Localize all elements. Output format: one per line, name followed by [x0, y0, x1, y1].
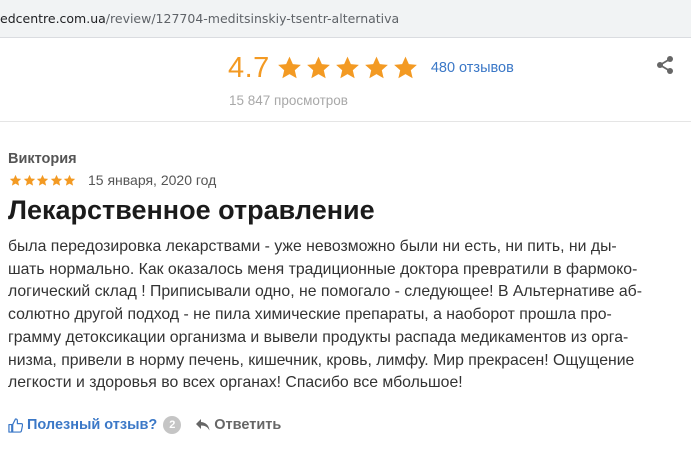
url-path: /review/127704-meditsinskiy-tsentr-alter…: [105, 11, 400, 26]
star-icon: [9, 174, 22, 186]
section-divider: [0, 121, 691, 122]
helpful-review-button[interactable]: Полезный отзыв?: [27, 417, 157, 433]
helpful-count-badge: 2: [163, 416, 182, 434]
reply-label: Ответить: [214, 417, 282, 433]
review-body: была передозировка лекарствами - уже нев…: [8, 236, 688, 395]
rating-summary: 4.7 480 отзывов: [228, 52, 514, 84]
star-icon: [335, 56, 359, 79]
review-actions: Полезный отзыв? 2 Ответить: [8, 415, 281, 435]
review-text-line: логический склад ! Приписывали одно, не …: [8, 283, 642, 301]
reply-arrow-icon: [196, 419, 210, 431]
rating-stars: [276, 55, 421, 81]
review-text-line: солютно другой подход - не пила химическ…: [8, 306, 612, 324]
reviews-count-link[interactable]: 480 отзывов: [431, 60, 514, 76]
review-title: Лекарственное отравление: [8, 195, 375, 225]
star-icon: [364, 56, 388, 79]
url-host: edcentre.com.ua: [0, 11, 106, 26]
thumbs-up-icon[interactable]: [8, 417, 23, 433]
review-text-line: шать нормально. Как оказалось меня тради…: [8, 260, 638, 278]
star-icon: [306, 56, 330, 79]
rating-value: 4.7: [228, 51, 270, 84]
views-count: 15 847 просмотров: [229, 93, 348, 108]
star-icon: [63, 174, 76, 186]
reply-button[interactable]: Ответить: [195, 417, 281, 433]
star-icon: [277, 56, 301, 79]
review-stars: [9, 174, 77, 187]
review-author: Виктория: [8, 151, 77, 167]
review-text-line: легкости и здоровья во всех органах! Спа…: [8, 374, 463, 392]
review-text-line: была передозировка лекарствами - уже нев…: [8, 238, 617, 255]
star-icon: [50, 174, 62, 186]
star-icon: [23, 174, 35, 186]
review-date: 15 января, 2020 год: [88, 172, 217, 188]
browser-address-bar[interactable]: edcentre.com.ua/review/127704-meditsinsk…: [0, 0, 691, 38]
review-text-line: грамму детоксикации организма и вывели п…: [8, 328, 629, 346]
star-icon: [393, 56, 417, 79]
url-text[interactable]: edcentre.com.ua/review/127704-meditsinsk…: [0, 11, 399, 26]
share-icon[interactable]: [655, 55, 675, 75]
review-text-line: низма, привели в норму печень, кишечник,…: [8, 351, 635, 369]
star-icon: [36, 174, 49, 186]
